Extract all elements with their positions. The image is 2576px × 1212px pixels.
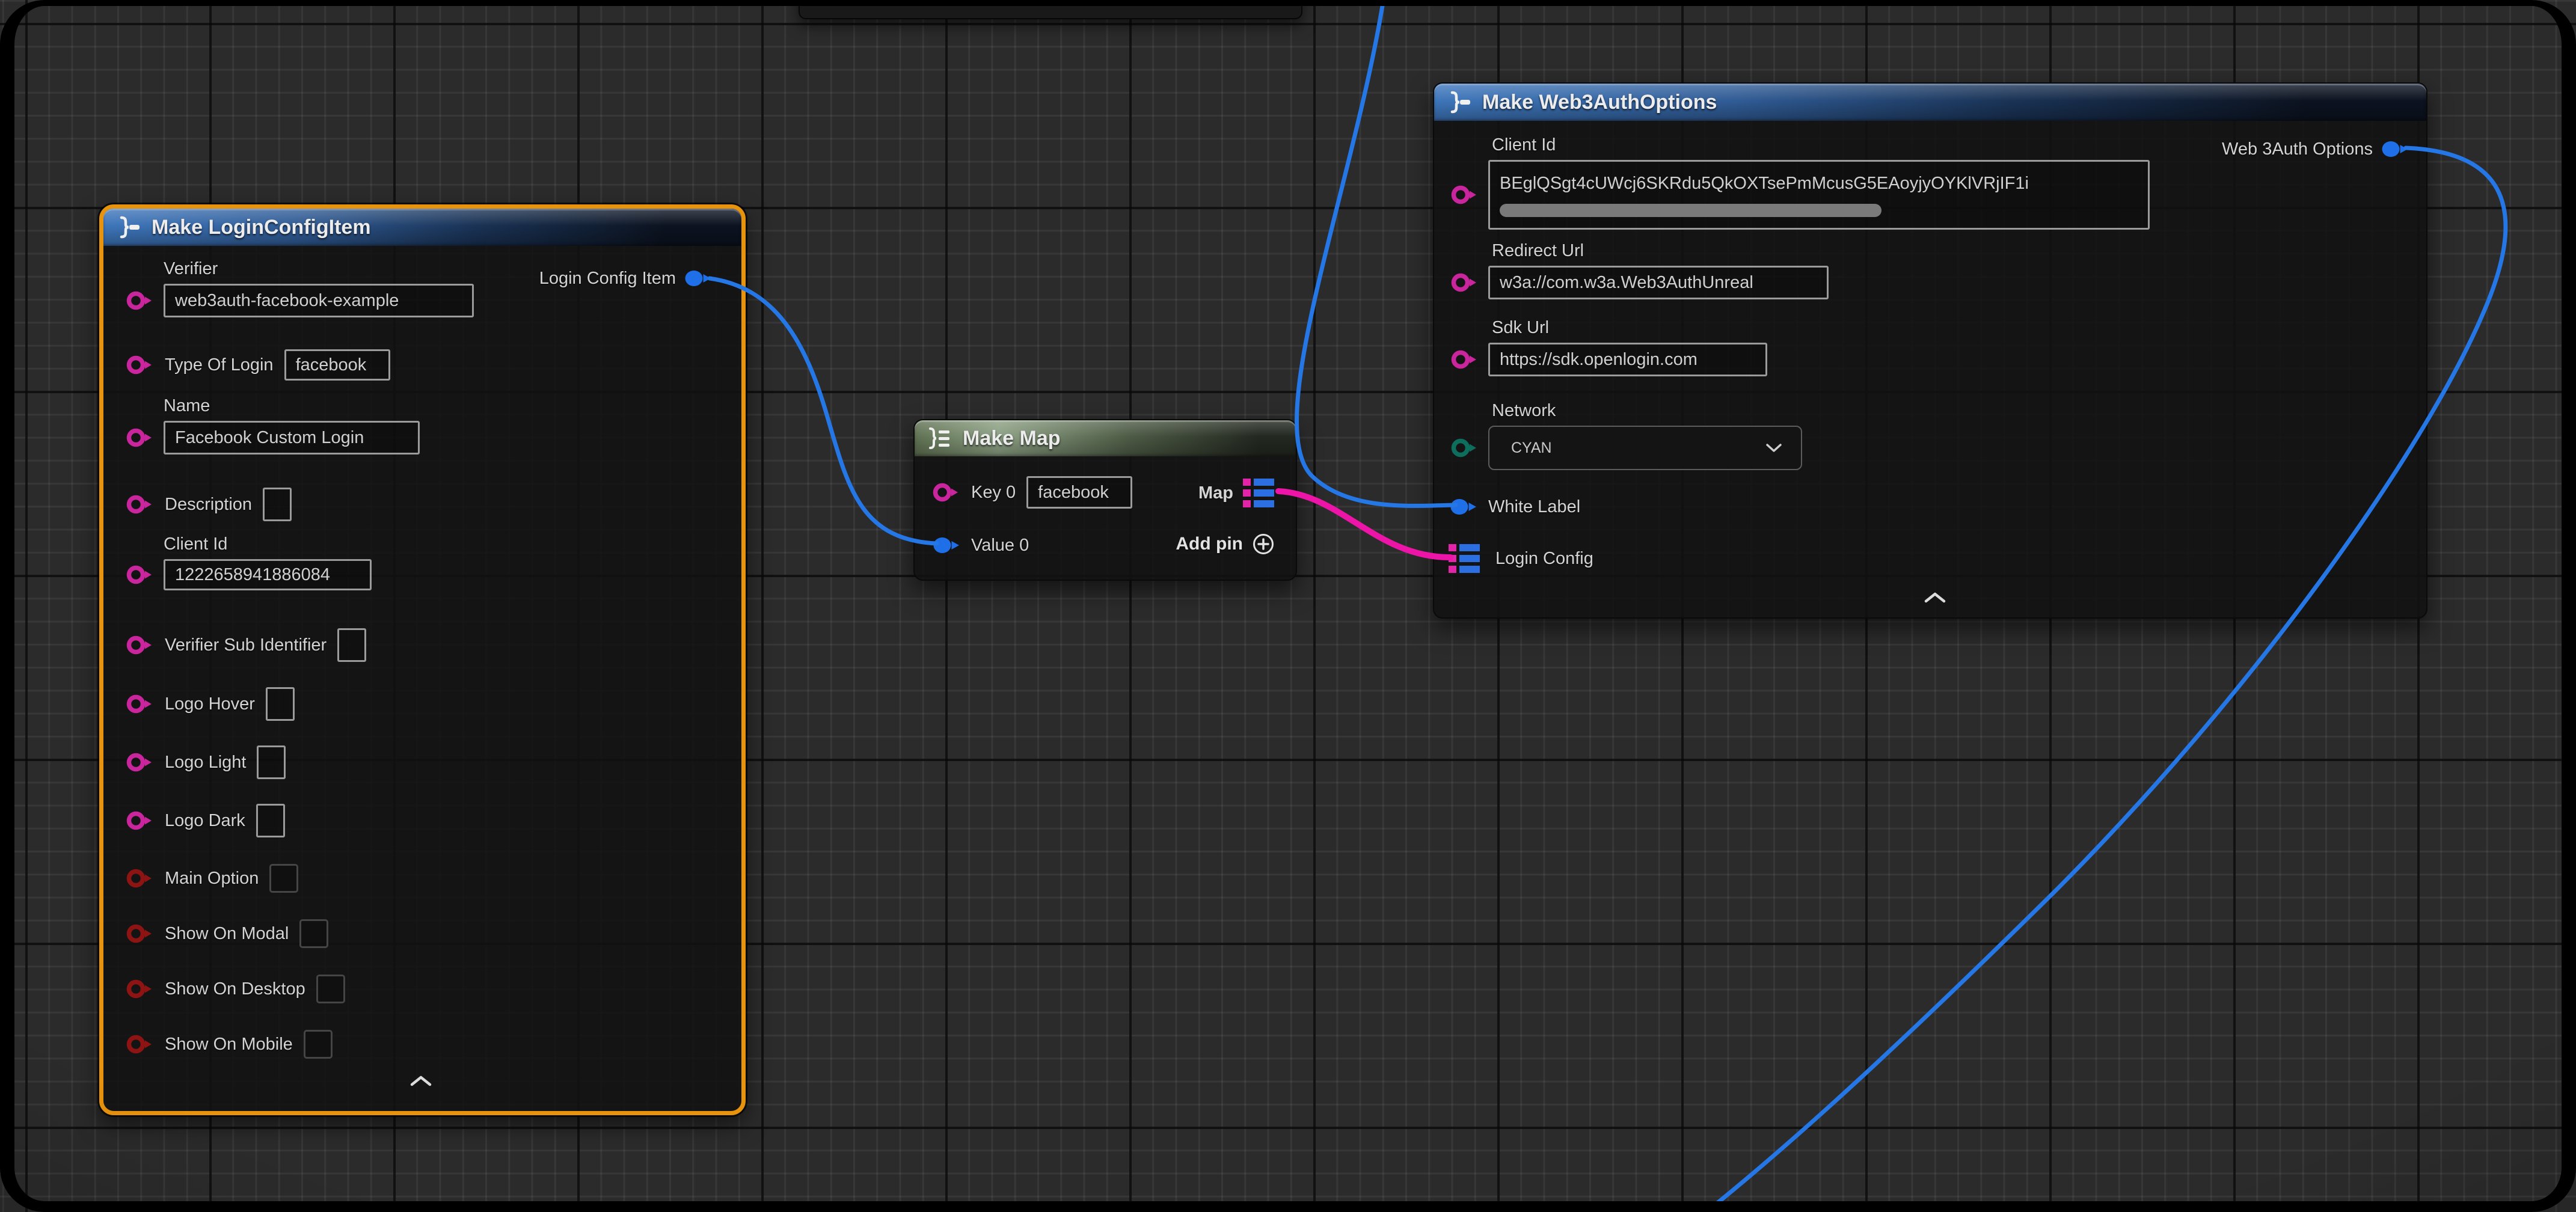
verifier-sub-identifier-field[interactable]	[337, 628, 366, 662]
client-id-field[interactable]: BEglQSgt4cUWcj6SKRdu5QkOXTsePmMcusG5EAoy…	[1488, 160, 2150, 230]
chevron-down-icon	[1765, 442, 1783, 453]
pin-map-output[interactable]	[1243, 478, 1278, 508]
value-0-label: Value 0	[971, 536, 1029, 556]
collapse-chevron-icon[interactable]	[1921, 590, 1949, 605]
wire-offscreen-to-white-label[interactable]	[1297, 0, 1456, 506]
node-make-map[interactable]: Make Map Key 0 facebook Map Valu	[913, 419, 1297, 581]
client-id-field[interactable]: 1222658941886084	[164, 559, 372, 590]
node-title: Make LoginConfigItem	[152, 216, 371, 239]
pin-show-on-desktop[interactable]	[126, 978, 154, 1000]
add-pin-icon[interactable]	[1251, 532, 1275, 556]
web3auth-options-output-label: Web 3Auth Options	[2222, 139, 2373, 159]
output-label: Login Config Item	[539, 269, 676, 289]
make-map-icon	[927, 426, 952, 450]
pin-logo-hover[interactable]	[126, 693, 154, 715]
pin-logo-light[interactable]	[126, 751, 154, 774]
show-on-modal-label: Show On Modal	[165, 924, 289, 944]
logo-light-label: Logo Light	[165, 753, 246, 773]
logo-hover-field[interactable]	[266, 687, 295, 721]
pin-key-0[interactable]	[933, 481, 960, 504]
node-make-loginconfigitem[interactable]: Make LoginConfigItem Login Config Item V…	[99, 204, 746, 1115]
show-on-modal-checkbox[interactable]	[299, 919, 328, 948]
pin-show-on-modal[interactable]	[126, 922, 154, 945]
node-make-map-header[interactable]: Make Map	[915, 420, 1296, 456]
offscreen-node-partial[interactable]	[799, 0, 1302, 19]
make-struct-icon	[115, 215, 141, 239]
add-pin-label: Add pin	[1176, 534, 1243, 554]
pin-show-on-mobile[interactable]	[126, 1033, 154, 1056]
main-option-checkbox[interactable]	[269, 864, 298, 893]
show-on-desktop-label: Show On Desktop	[165, 979, 305, 999]
description-label: Description	[165, 495, 252, 515]
node-make-loginconfigitem-header[interactable]: Make LoginConfigItem	[103, 209, 741, 246]
logo-dark-field[interactable]	[256, 804, 285, 837]
pin-main-option[interactable]	[126, 867, 154, 890]
pin-network[interactable]	[1451, 436, 1479, 459]
network-selected-value: CYAN	[1511, 439, 1552, 457]
pin-verifier-sub-identifier[interactable]	[126, 634, 154, 656]
pin-verifier[interactable]	[126, 289, 154, 312]
pin-client-id[interactable]	[126, 563, 154, 586]
name-label: Name	[164, 396, 420, 416]
sdk-url-field[interactable]: https://sdk.openlogin.com	[1488, 343, 1767, 376]
map-output-label: Map	[1198, 483, 1233, 503]
key-0-label: Key 0	[971, 483, 1016, 503]
node-title: Make Map	[963, 427, 1061, 450]
client-id-label: Client Id	[164, 534, 372, 554]
logo-light-field[interactable]	[257, 745, 286, 779]
client-id-label: Client Id	[1492, 135, 2150, 155]
add-pin-button[interactable]: Add pin	[1176, 532, 1275, 556]
pin-login-config[interactable]	[1449, 543, 1483, 574]
main-option-label: Main Option	[165, 869, 259, 889]
name-field[interactable]: Facebook Custom Login	[164, 421, 420, 454]
pin-client-id[interactable]	[1451, 183, 1479, 206]
white-label-label: White Label	[1488, 497, 1580, 517]
description-field[interactable]	[263, 488, 292, 521]
make-struct-icon	[1446, 90, 1471, 114]
collapse-chevron-icon[interactable]	[407, 1073, 435, 1089]
client-id-scrollbar[interactable]	[1500, 204, 1881, 217]
login-config-label: Login Config	[1495, 549, 1593, 569]
node-make-web3authoptions-header[interactable]: Make Web3AuthOptions	[1434, 84, 2426, 121]
logo-hover-label: Logo Hover	[165, 694, 255, 714]
pin-type-of-login[interactable]	[126, 354, 154, 376]
pin-logo-dark[interactable]	[126, 809, 154, 832]
logo-dark-label: Logo Dark	[165, 811, 245, 831]
sdk-url-label: Sdk Url	[1492, 318, 1767, 338]
network-dropdown[interactable]: CYAN	[1488, 426, 1802, 470]
client-id-text[interactable]: BEglQSgt4cUWcj6SKRdu5QkOXTsePmMcusG5EAoy…	[1490, 167, 2148, 200]
key-0-field[interactable]: facebook	[1026, 476, 1132, 509]
redirect-url-label: Redirect Url	[1492, 241, 1829, 261]
node-title: Make Web3AuthOptions	[1482, 91, 1717, 114]
show-on-mobile-label: Show On Mobile	[165, 1035, 293, 1054]
show-on-desktop-checkbox[interactable]	[316, 975, 345, 1003]
pin-redirect-url[interactable]	[1451, 271, 1479, 294]
pin-name[interactable]	[126, 426, 154, 449]
verifier-field[interactable]: web3auth-facebook-example	[164, 284, 474, 317]
redirect-url-field[interactable]: w3a://com.w3a.Web3AuthUnreal	[1488, 266, 1829, 299]
pin-description[interactable]	[126, 493, 154, 516]
show-on-mobile-checkbox[interactable]	[304, 1030, 333, 1059]
verifier-label: Verifier	[164, 259, 474, 279]
type-of-login-label: Type Of Login	[165, 355, 274, 375]
blueprint-graph-canvas[interactable]: Make LoginConfigItem Login Config Item V…	[0, 0, 2576, 1212]
verifier-sub-identifier-label: Verifier Sub Identifier	[165, 635, 327, 655]
type-of-login-field[interactable]: facebook	[284, 349, 390, 381]
network-label: Network	[1492, 401, 1802, 421]
node-make-web3authoptions[interactable]: Make Web3AuthOptions Web 3Auth Options C…	[1433, 82, 2427, 619]
pin-sdk-url[interactable]	[1451, 348, 1479, 371]
